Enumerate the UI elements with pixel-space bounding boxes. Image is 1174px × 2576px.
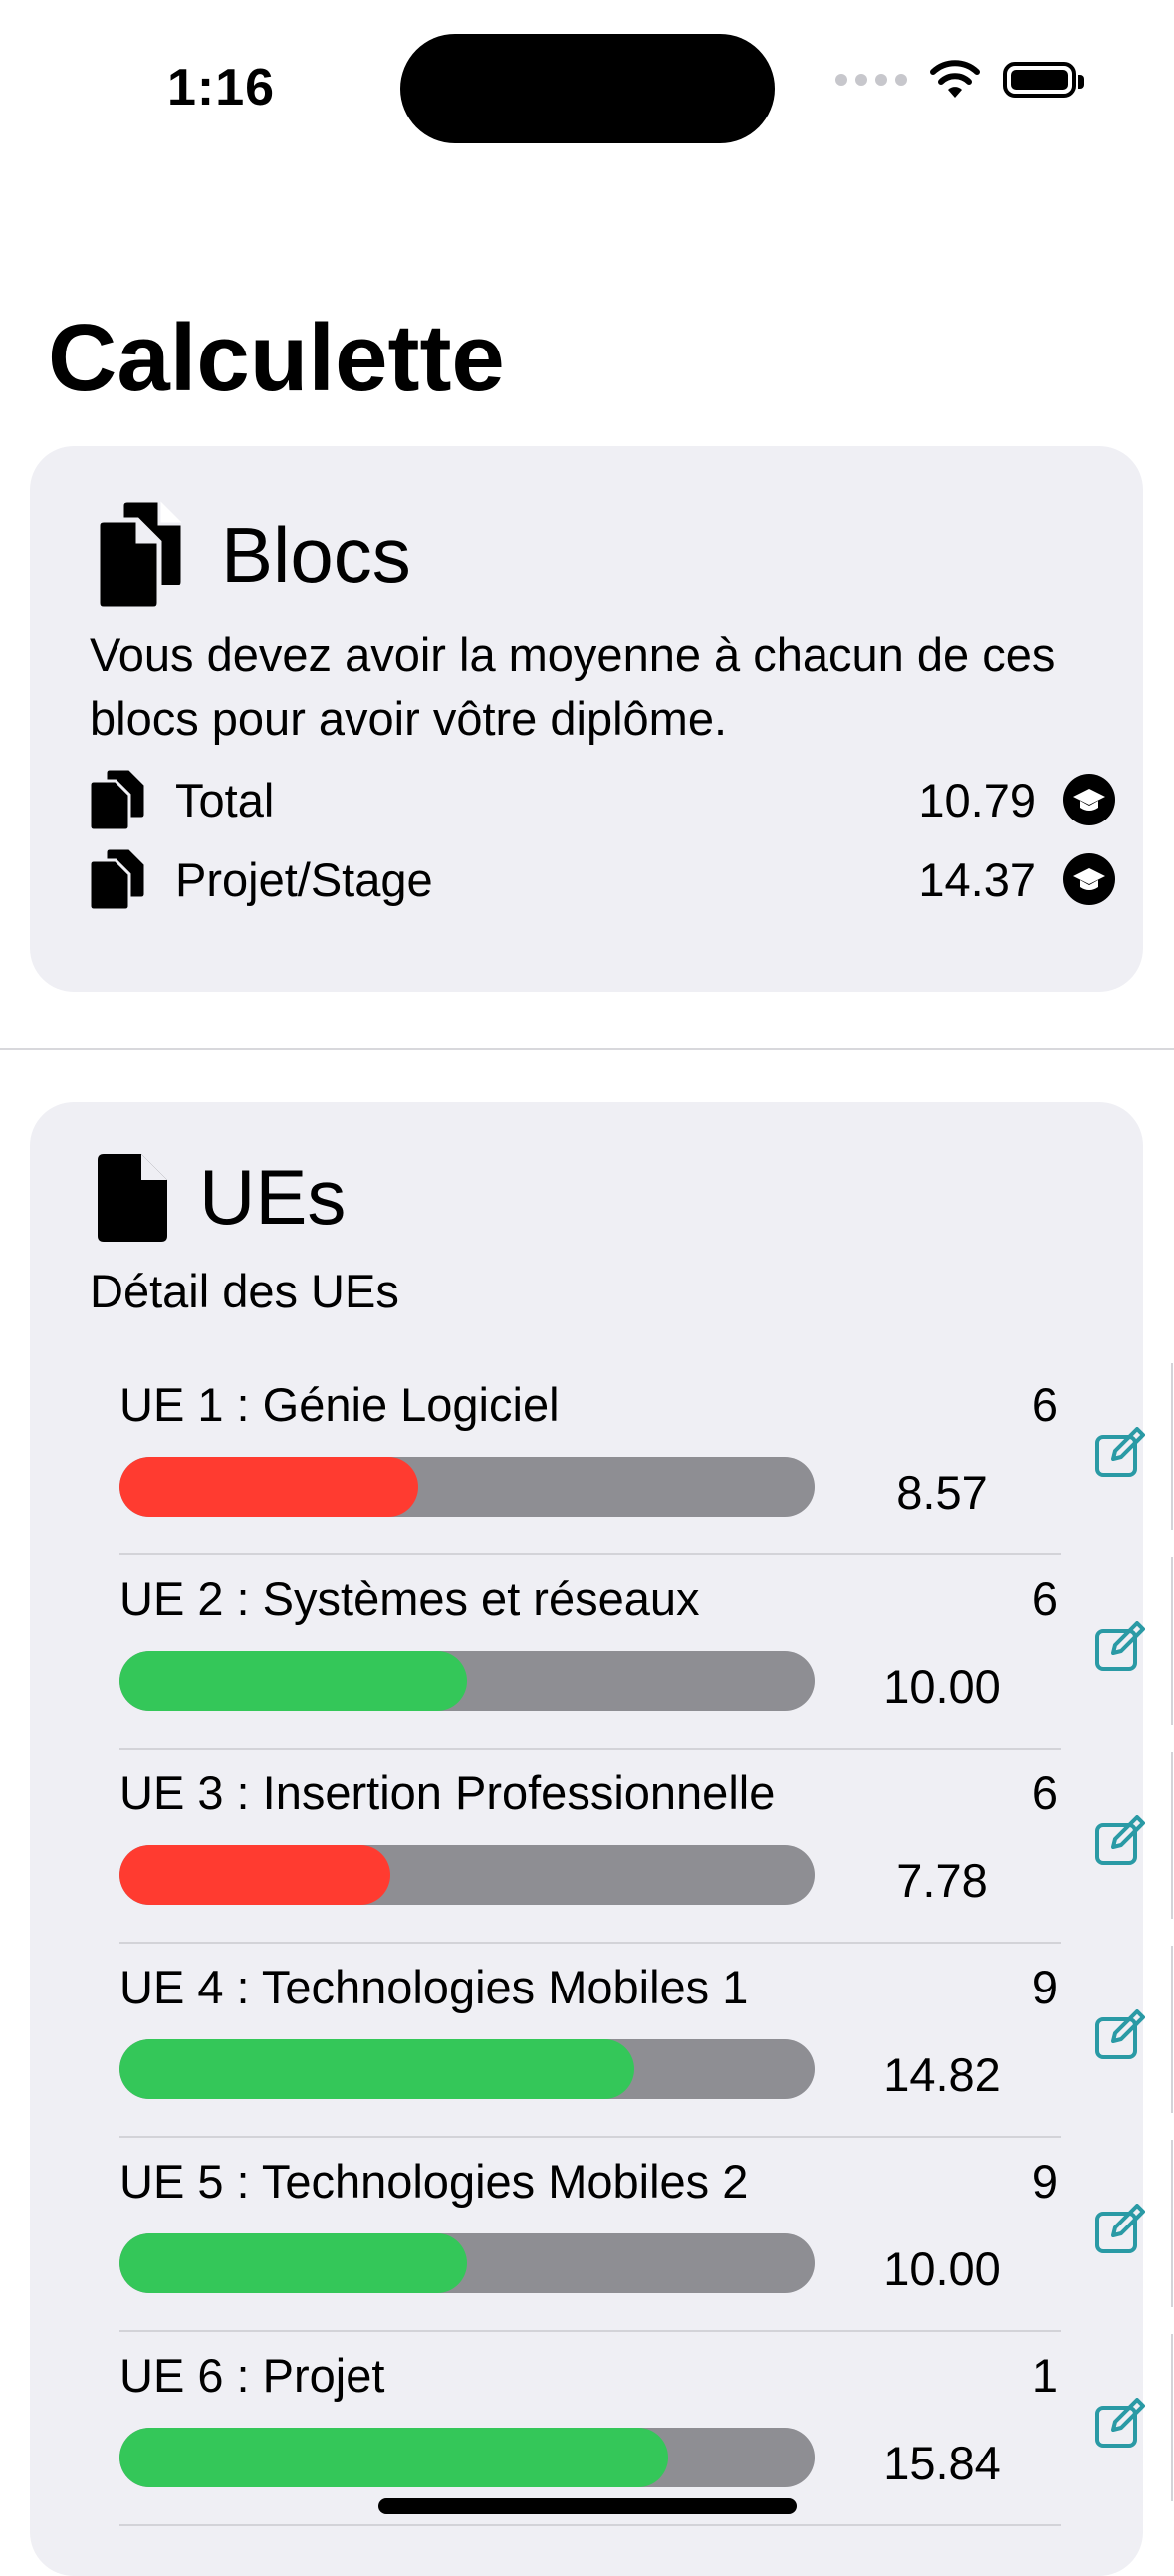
edit-icon[interactable] bbox=[1093, 1815, 1145, 1867]
ue-average: 7.78 bbox=[896, 1854, 988, 1907]
ue-row: UE 6 : Projet 1 15.84 bbox=[90, 2332, 1173, 2526]
ue-progress-bar bbox=[119, 2039, 815, 2099]
row-separator bbox=[119, 2524, 1061, 2526]
bloc-value: 14.37 bbox=[918, 852, 1036, 906]
ue-coefficient: 6 bbox=[1031, 1766, 1057, 1819]
documents-icon bbox=[90, 848, 145, 910]
ue-progress-fill bbox=[119, 1457, 419, 1517]
blocs-title: Blocs bbox=[221, 510, 411, 598]
page-title: Calculette bbox=[48, 305, 505, 411]
ue-coefficient: 9 bbox=[1031, 1961, 1057, 2013]
dynamic-island bbox=[400, 34, 775, 143]
bloc-label: Total bbox=[175, 773, 275, 826]
edit-icon[interactable] bbox=[1093, 2398, 1145, 2450]
ues-card: UEs Détail des UEs UE 1 : Génie Logiciel… bbox=[30, 1102, 1173, 2576]
ue-average: 10.00 bbox=[883, 1660, 1001, 1713]
wifi-icon bbox=[930, 60, 980, 98]
cellular-signal-icon bbox=[835, 74, 907, 86]
ue-progress-fill bbox=[119, 1845, 391, 1905]
ue-label: UE 1 : Génie Logiciel bbox=[119, 1378, 560, 1431]
document-icon bbox=[98, 1153, 167, 1242]
blocs-card: Blocs Vous devez avoir la moyenne à chac… bbox=[30, 446, 1143, 992]
row-divider bbox=[1171, 1557, 1173, 1725]
ue-coefficient: 1 bbox=[1031, 2349, 1057, 2402]
documents-icon bbox=[90, 769, 145, 830]
ue-progress-fill bbox=[119, 2428, 669, 2487]
row-divider bbox=[1171, 2334, 1173, 2501]
ue-label: UE 5 : Technologies Mobiles 2 bbox=[119, 2155, 749, 2208]
battery-icon bbox=[1003, 62, 1084, 98]
ues-header: UEs bbox=[98, 1152, 346, 1243]
section-divider bbox=[0, 1048, 1174, 1050]
documents-icon bbox=[98, 500, 183, 609]
ue-row: UE 1 : Génie Logiciel 6 8.57 bbox=[90, 1361, 1173, 1555]
ue-progress-bar bbox=[119, 2428, 815, 2487]
edit-icon[interactable] bbox=[1093, 1621, 1145, 1673]
edit-icon[interactable] bbox=[1093, 1427, 1145, 1479]
bloc-value: 10.79 bbox=[918, 773, 1036, 826]
status-time: 1:16 bbox=[167, 59, 276, 117]
blocs-description: Vous devez avoir la moyenne à chacun de … bbox=[90, 628, 1056, 745]
ue-coefficient: 6 bbox=[1031, 1378, 1057, 1431]
ue-average: 10.00 bbox=[883, 2242, 1001, 2295]
row-divider bbox=[1171, 2140, 1173, 2307]
ue-average: 8.57 bbox=[896, 1466, 988, 1519]
row-divider bbox=[1171, 1946, 1173, 2113]
status-indicators bbox=[835, 60, 1084, 100]
ue-row: UE 3 : Insertion Professionnelle 6 7.78 bbox=[90, 1750, 1173, 1944]
ue-coefficient: 6 bbox=[1031, 1572, 1057, 1625]
bloc-row-projet-stage: Projet/Stage 14.37 bbox=[90, 844, 1115, 914]
ue-coefficient: 9 bbox=[1031, 2155, 1057, 2208]
ue-average: 14.82 bbox=[883, 2048, 1001, 2101]
graduation-cap-icon bbox=[1063, 774, 1115, 825]
ue-row: UE 5 : Technologies Mobiles 2 9 10.00 bbox=[90, 2138, 1173, 2332]
ue-progress-bar bbox=[119, 1651, 815, 1711]
edit-icon[interactable] bbox=[1093, 2009, 1145, 2061]
ue-row: UE 4 : Technologies Mobiles 1 9 14.82 bbox=[90, 1944, 1173, 2138]
ue-label: UE 3 : Insertion Professionnelle bbox=[119, 1766, 776, 1819]
graduation-cap-icon bbox=[1063, 853, 1115, 905]
edit-icon[interactable] bbox=[1093, 2204, 1145, 2255]
ue-label: UE 4 : Technologies Mobiles 1 bbox=[119, 1961, 749, 2013]
bloc-row-total: Total 10.79 bbox=[90, 765, 1115, 834]
blocs-header: Blocs bbox=[98, 500, 411, 609]
ue-row: UE 2 : Systèmes et réseaux 6 10.00 bbox=[90, 1555, 1173, 1750]
home-indicator[interactable] bbox=[378, 2498, 797, 2514]
bloc-label: Projet/Stage bbox=[175, 852, 433, 906]
ue-progress-fill bbox=[119, 1651, 467, 1711]
ues-title: UEs bbox=[199, 1153, 347, 1241]
ue-progress-fill bbox=[119, 2039, 634, 2099]
row-divider bbox=[1171, 1752, 1173, 1919]
ue-progress-bar bbox=[119, 1845, 815, 1905]
ues-subtitle: Détail des UEs bbox=[90, 1265, 399, 1317]
ue-progress-bar bbox=[119, 2233, 815, 2293]
ue-label: UE 6 : Projet bbox=[119, 2349, 385, 2402]
ue-progress-fill bbox=[119, 2233, 467, 2293]
row-divider bbox=[1171, 1363, 1173, 1530]
ue-progress-bar bbox=[119, 1457, 815, 1517]
ue-label: UE 2 : Systèmes et réseaux bbox=[119, 1572, 700, 1625]
ue-average: 15.84 bbox=[883, 2437, 1001, 2489]
